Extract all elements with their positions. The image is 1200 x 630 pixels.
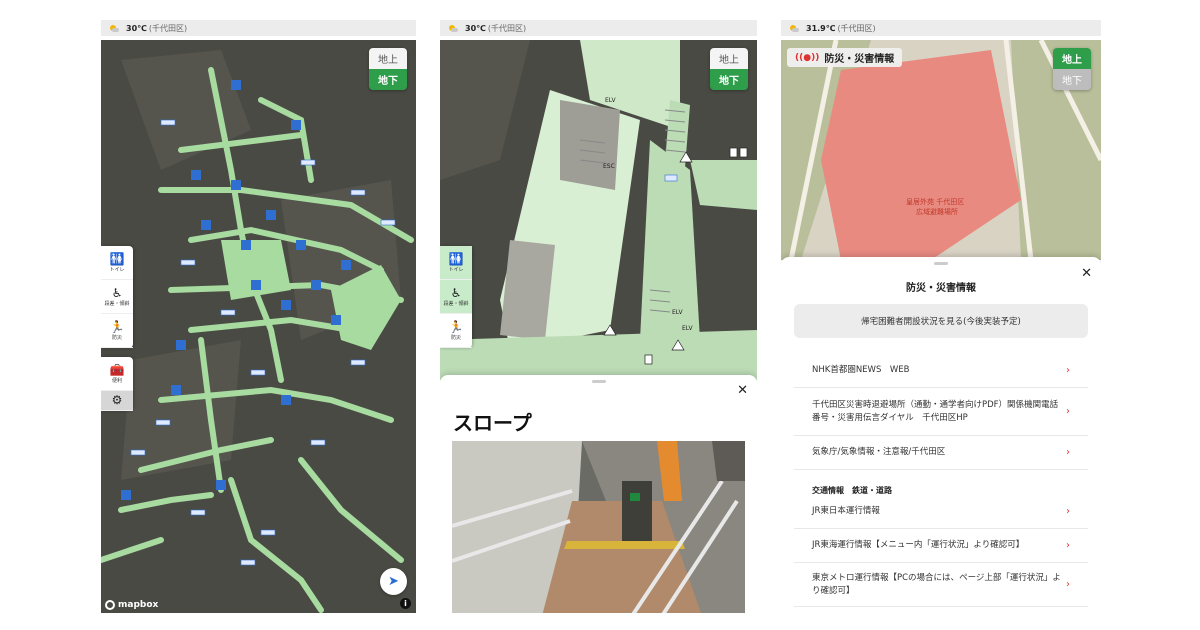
- svg-text:広域避難場所: 広域避難場所: [916, 207, 958, 216]
- evacuation-icon: 🏃: [109, 319, 125, 334]
- chevron-right-icon: ›: [1066, 447, 1070, 458]
- level-above-button[interactable]: 地上: [710, 48, 748, 69]
- weather-bar: 30℃ (千代田区): [440, 20, 757, 36]
- settings-button[interactable]: ⚙: [101, 391, 133, 411]
- evacuation-filter-button[interactable]: 🏃 防災: [440, 314, 472, 348]
- level-toggle[interactable]: 地上 地下: [369, 48, 407, 90]
- sheet-title: 防災・災害情報: [906, 283, 976, 294]
- chevron-right-icon: ›: [1066, 406, 1070, 417]
- map-screen-overview: 30℃ (千代田区) 地上 地下 🚻 トイレ ♿ 段差・傾斜 🏃 防災 🧰 便利…: [101, 20, 416, 613]
- facility-filter-button[interactable]: 🧰 便利: [101, 357, 133, 391]
- broadcast-icon: ((●)): [795, 52, 820, 63]
- category-sidebar: 🚻 トイレ ♿ 段差・傾斜 🏃 防災: [101, 246, 133, 348]
- level-toggle[interactable]: 地上 地下: [1053, 48, 1091, 90]
- shelter-status-button[interactable]: 帰宅困難者開設状況を見る(今後実装予定): [794, 304, 1088, 338]
- level-above-button[interactable]: 地上: [369, 48, 407, 69]
- weather-icon: [448, 24, 458, 33]
- temperature: 31.9℃: [806, 23, 836, 33]
- link-jr-east[interactable]: JR東日本運行情報 ›: [794, 495, 1088, 529]
- disaster-info-sheet: ✕ 防災・災害情報 帰宅困難者開設状況を見る(今後実装予定) NHK首都圏NEW…: [781, 257, 1101, 613]
- chevron-right-icon: ›: [1066, 540, 1070, 551]
- evacuation-filter-button[interactable]: 🏃 防災: [101, 314, 133, 348]
- disaster-info-screen: 31.9℃ (千代田区) 皇居外苑 千代田区 広域避難場所 ((●)) 防災・災…: [781, 20, 1101, 613]
- link-jma-weather[interactable]: 気象庁/気象情報・注意報/千代田区 ›: [794, 436, 1088, 470]
- restroom-filter-button[interactable]: 🚻 トイレ: [101, 246, 133, 280]
- restroom-icon: 🚻: [109, 251, 125, 266]
- level-toggle[interactable]: 地上 地下: [710, 48, 748, 90]
- weather-icon: [789, 24, 799, 33]
- accessibility-filter-button[interactable]: ♿ 段差・傾斜: [101, 280, 133, 314]
- map-label-shelter: 皇居外苑 千代田区: [906, 197, 964, 206]
- underground-map[interactable]: [101, 40, 416, 613]
- sheet-grabber[interactable]: [934, 262, 948, 265]
- chevron-right-icon: ›: [1066, 506, 1070, 517]
- location: (千代田区): [148, 23, 188, 33]
- restroom-icon: 🚻: [448, 251, 464, 266]
- gear-icon: ⚙: [111, 393, 123, 407]
- slope-detail-sheet: ✕ スロープ: [440, 375, 757, 613]
- wheelchair-icon: ♿: [450, 285, 462, 300]
- facility-icon: 🧰: [109, 362, 125, 377]
- info-icon[interactable]: i: [400, 598, 411, 609]
- locate-me-button[interactable]: ➤: [380, 568, 407, 595]
- sheet-grabber[interactable]: [591, 380, 606, 383]
- map-label-elv: ELV: [605, 97, 616, 104]
- station-floor-map[interactable]: ELV ESC ELV ELV: [440, 40, 757, 380]
- temperature: 30℃: [126, 23, 147, 33]
- category-sidebar: 🚻 トイレ ♿ 段差・傾斜 🏃 防災: [440, 246, 472, 348]
- wheelchair-icon: ♿: [111, 285, 123, 300]
- close-icon[interactable]: ✕: [737, 383, 748, 398]
- level-below-button[interactable]: 地下: [369, 69, 407, 90]
- level-below-button[interactable]: 地下: [1053, 69, 1091, 90]
- location: (千代田区): [837, 23, 876, 33]
- mapbox-logo: mapbox: [105, 600, 158, 610]
- temperature: 30℃: [465, 23, 486, 33]
- slope-photo: [452, 441, 745, 613]
- level-below-button[interactable]: 地下: [710, 69, 748, 90]
- link-tokyo-metro[interactable]: 東京メトロ運行情報【PCの場合には、ページ上部「運行状況」より確認可】 ›: [794, 563, 1088, 607]
- chevron-right-icon: ›: [1066, 579, 1070, 590]
- accessibility-filter-button[interactable]: ♿ 段差・傾斜: [440, 280, 472, 314]
- map-screen-slope: 30℃ (千代田区) ELV ESC ELV ELV 地上 地下 🚻 トイレ ♿…: [440, 20, 757, 613]
- map-label-esc: ESC: [603, 163, 615, 170]
- weather-icon: [109, 24, 119, 33]
- weather-bar: 30℃ (千代田区): [101, 20, 416, 36]
- location: (千代田区): [487, 23, 527, 33]
- sheet-title: スロープ: [453, 411, 532, 435]
- chevron-right-icon: ›: [1066, 365, 1070, 376]
- link-chiyoda-shelter[interactable]: 千代田区災害時退避場所（通勤・通学者向けPDF）関係機関電話番号・災害用伝言ダイ…: [794, 388, 1088, 436]
- map-label-elv-3: ELV: [682, 325, 693, 332]
- link-jr-central[interactable]: JR東海運行情報【メニュー内「運行状況」より確認可】 ›: [794, 529, 1088, 563]
- link-nhk-news[interactable]: NHK首都圏NEWS WEB ›: [794, 354, 1088, 388]
- restroom-filter-button[interactable]: 🚻 トイレ: [440, 246, 472, 280]
- map-label-elv-2: ELV: [672, 309, 683, 316]
- evacuation-icon: 🏃: [448, 319, 464, 334]
- navigation-arrow-icon: ➤: [388, 574, 399, 589]
- utility-sidebar: 🧰 便利 ⚙: [101, 357, 133, 411]
- weather-bar: 31.9℃ (千代田区): [781, 20, 1101, 36]
- level-above-button[interactable]: 地上: [1053, 48, 1091, 69]
- disaster-info-chip[interactable]: ((●)) 防災・災害情報: [787, 48, 903, 67]
